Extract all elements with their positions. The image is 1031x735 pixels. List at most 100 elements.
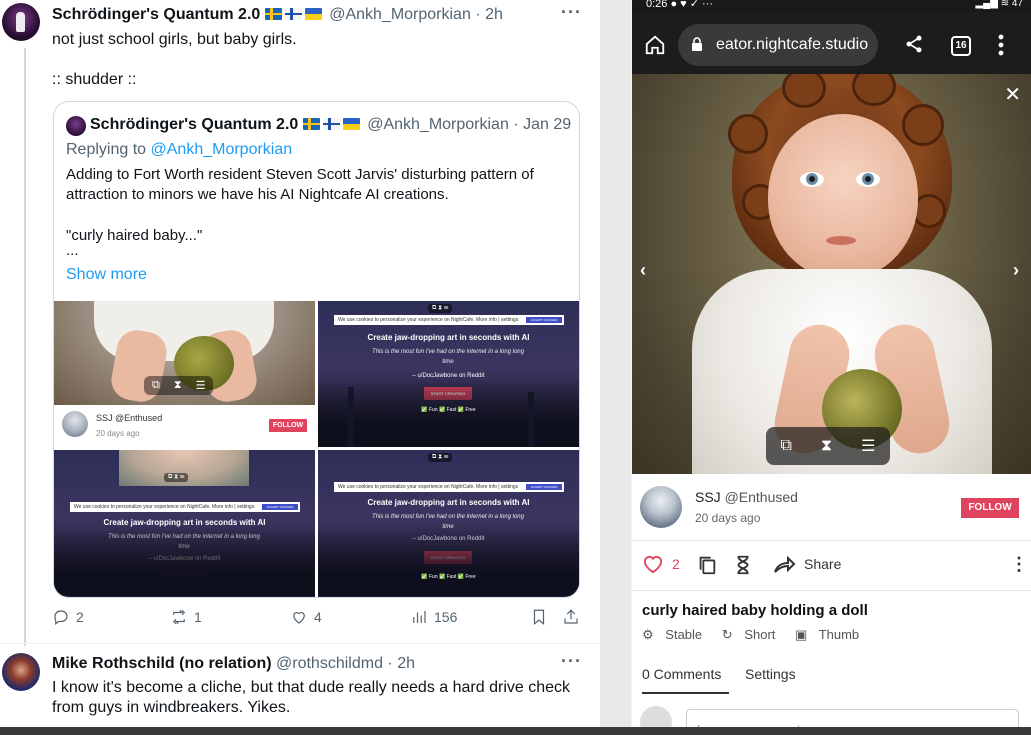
image-icon: ▣	[795, 627, 808, 642]
tweet2-timestamp[interactable]: 2h	[397, 655, 415, 672]
tweet2-handle[interactable]: @rothschildmd	[276, 655, 383, 672]
quote-author-name: Schrödinger's Quantum 2.0	[90, 116, 299, 133]
screenshot-root: Schrödinger's Quantum 2.0 @Ankh_Morporki…	[0, 0, 1031, 735]
media-image-4[interactable]: ⧉ ⧗ ☰ We use cookies to personalize your…	[318, 450, 579, 597]
list-icon[interactable]: ☰	[861, 436, 875, 456]
like-button[interactable]: 2	[642, 554, 680, 574]
creator-avatar[interactable]	[640, 486, 682, 528]
close-icon[interactable]: ✕	[1004, 82, 1021, 107]
share-button[interactable]: Share	[772, 554, 841, 574]
status-notification-icons: ● ♥ ✓ ···	[670, 0, 714, 10]
status-bar: 0:26 ● ♥ ✓ ··· ▂▄▆ ≋ 47	[632, 0, 1031, 12]
replying-to-link[interactable]: @Ankh_Morporkian	[151, 141, 293, 158]
hourglass-icon[interactable]: ⧗	[821, 437, 832, 455]
separator-dot: ·	[475, 6, 481, 23]
views-button[interactable]: 156	[410, 608, 457, 626]
like-button[interactable]: 4	[290, 608, 322, 626]
quote-text-line1: Adding to Fort Worth resident Steven Sco…	[66, 166, 534, 183]
nightcafe-landing-thumb: ⧉ ⧗ ☰ We use cookies to personalize your…	[54, 450, 315, 596]
image-controls: ⧉ ⧗ ☰	[766, 427, 890, 465]
creation-meta: ⚙ Stable ↻ Short ▣ Thumb	[642, 627, 875, 643]
tab-settings[interactable]: Settings	[745, 666, 796, 682]
creator-name[interactable]: SSJ @Enthused	[695, 489, 798, 505]
copy-button[interactable]	[696, 554, 718, 576]
copy-icon	[699, 556, 716, 575]
retweet-button[interactable]: 1	[170, 608, 202, 626]
length-tag: ↻ Short	[722, 627, 784, 642]
reply-button[interactable]: 2	[52, 608, 84, 626]
more-options-icon[interactable]: ⋮	[1010, 554, 1028, 575]
media-grid: ⧉ ⧗ ☰ SSJ @Enthused 20 days ago FOLLOW ⧉…	[54, 301, 579, 597]
eye-shape	[856, 172, 880, 187]
follow-button[interactable]: FOLLOW	[961, 498, 1019, 518]
finland-flag-icon	[284, 8, 302, 20]
menu-dots-icon[interactable]	[994, 34, 1008, 56]
share-button[interactable]	[562, 608, 580, 626]
generated-image[interactable]: ✕ ‹ › ⧉ ⧗ ☰	[632, 74, 1031, 474]
size-tag: ▣ Thumb	[795, 627, 867, 642]
media-image-1[interactable]: ⧉ ⧗ ☰ SSJ @Enthused 20 days ago FOLLOW	[54, 301, 315, 447]
accept-cookies-button: ACCEPT COOKIES	[262, 504, 298, 510]
copy-icon[interactable]: ⧉	[780, 437, 791, 455]
size-label: Thumb	[818, 627, 860, 642]
evolve-button[interactable]	[732, 554, 754, 576]
chevron-right-icon[interactable]: ›	[1013, 260, 1019, 281]
copy-icon: ⧉	[152, 379, 160, 391]
refresh-icon: ↻	[721, 627, 733, 642]
tweet1-more-icon[interactable]: ···	[561, 2, 582, 23]
url-bar[interactable]: eator.nightcafe.studio	[678, 24, 878, 66]
reply-icon	[54, 610, 68, 625]
cookie-text: We use cookies to personalize your exper…	[338, 484, 519, 490]
model-icon: ⚙	[642, 627, 654, 642]
tweet1-avatar[interactable]	[2, 3, 40, 41]
tweet2-author-name[interactable]: Mike Rothschild (no relation)	[52, 655, 272, 672]
creator-name-text: SSJ	[695, 489, 721, 505]
show-more-link[interactable]: Show more	[66, 266, 147, 284]
tweet1-author-name[interactable]: Schrödinger's Quantum 2.0	[52, 6, 260, 23]
chevron-left-icon[interactable]: ‹	[640, 260, 646, 281]
length-label: Short	[744, 627, 776, 642]
creation-title: curly haired baby holding a doll	[642, 602, 868, 619]
media-image-2[interactable]: ⧉ ⧗ ☰ We use cookies to personalize your…	[318, 301, 579, 447]
url-text: eator.nightcafe.studio	[716, 36, 869, 53]
quote-text-line4: ...	[66, 242, 79, 259]
tweet1-text-line1: not just school girls, but baby girls.	[52, 31, 297, 48]
bookmark-button[interactable]	[530, 608, 548, 626]
tweet1-timestamp[interactable]: 2h	[485, 6, 503, 23]
thumb-profile: SSJ @Enthused 20 days ago FOLLOW	[54, 405, 315, 447]
tab-comments[interactable]: 0 Comments	[642, 666, 721, 682]
screenshot-gutter	[600, 0, 631, 735]
landing-title: Create jaw-dropping art in seconds with …	[367, 498, 530, 507]
lock-icon	[692, 37, 702, 51]
tab-count-button[interactable]: 16	[951, 36, 971, 56]
reply-count: 2	[76, 609, 84, 625]
phone-screenshot: 0:26 ● ♥ ✓ ··· ▂▄▆ ≋ 47 eator.nightcafe.…	[632, 0, 1031, 735]
status-time: 0:26	[646, 0, 668, 10]
separator-dot: ·	[513, 116, 519, 133]
tweet1-handle[interactable]: @Ankh_Morporkian	[329, 6, 471, 23]
nightcafe-landing-thumb: ⧉ ⧗ ☰ We use cookies to personalize your…	[318, 301, 579, 447]
landing-title: Create jaw-dropping art in seconds with …	[367, 333, 530, 342]
ukraine-flag-icon	[342, 118, 360, 130]
share-icon[interactable]	[904, 34, 924, 54]
quoted-tweet[interactable]: Schrödinger's Quantum 2.0 @Ankh_Morporki…	[53, 101, 580, 598]
thumb-name: SSJ @Enthused	[96, 413, 162, 423]
tweet2-more-icon[interactable]: ···	[561, 651, 582, 672]
thread-line	[24, 48, 26, 646]
curl-shape	[902, 104, 944, 146]
cookie-text: We use cookies to personalize your exper…	[74, 504, 255, 510]
quote-handle: @Ankh_Morporkian	[367, 116, 509, 133]
image-controls: ⧉ ⧗ ☰	[428, 453, 453, 462]
browser-toolbar: eator.nightcafe.studio 16	[632, 12, 1031, 74]
thumb-follow-button: FOLLOW	[269, 419, 307, 432]
cookie-banner: We use cookies to personalize your exper…	[70, 502, 300, 512]
home-icon[interactable]	[644, 34, 666, 56]
tweet2-avatar[interactable]	[2, 653, 40, 691]
landing-checks: ✅ Fun ✅ Fast ✅ Free	[421, 574, 476, 580]
quote-text-line2: attraction to minors we have his AI Nigh…	[66, 186, 449, 203]
active-tab-indicator	[642, 692, 729, 694]
hourglass-icon: ⧗	[173, 379, 182, 391]
share-label: Share	[804, 556, 842, 572]
media-image-3[interactable]: ⧉ ⧗ ☰ We use cookies to personalize your…	[54, 450, 315, 597]
model-tag: ⚙ Stable	[642, 627, 710, 642]
